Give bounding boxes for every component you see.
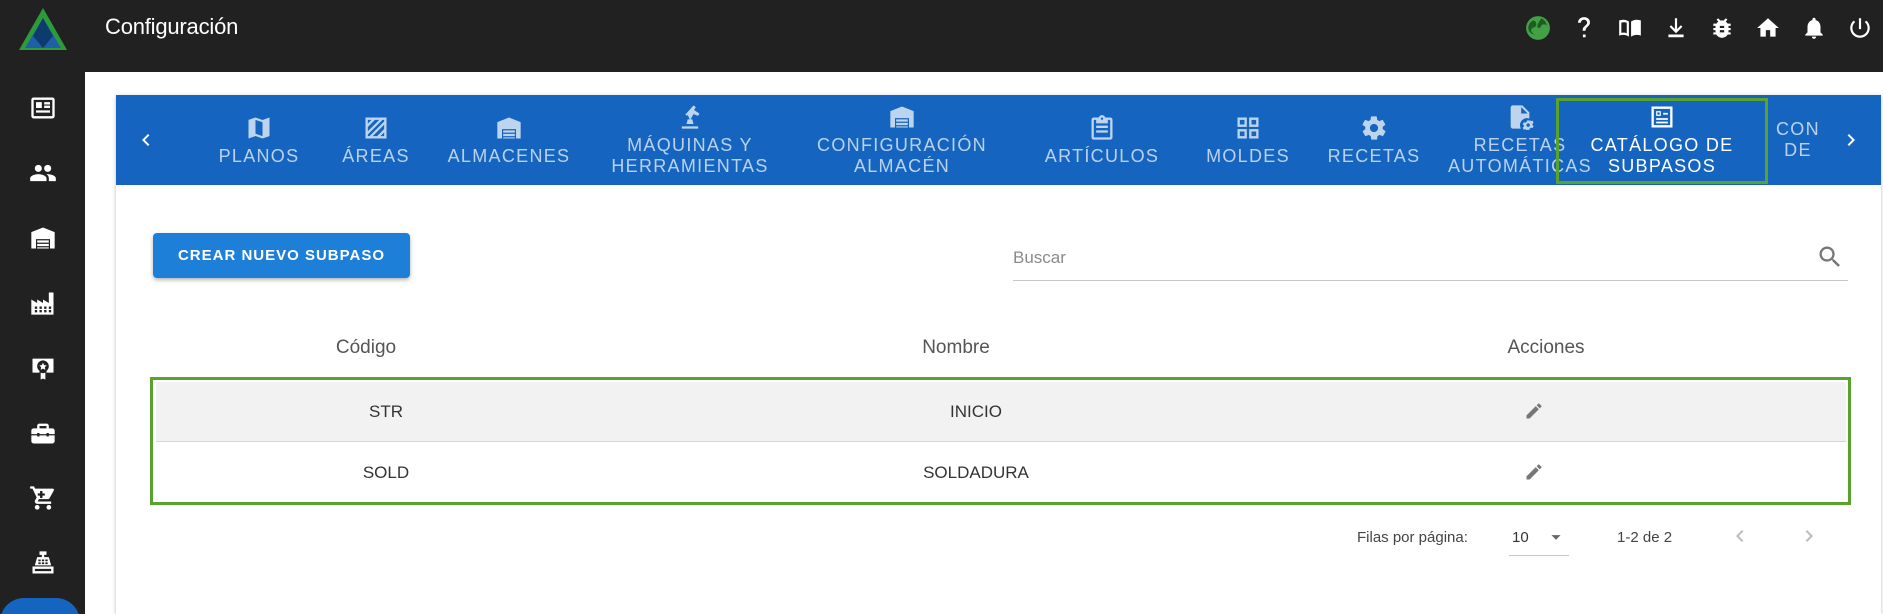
tab-recetas[interactable]: RECETAS [1306, 95, 1442, 185]
column-header-acciones: Acciones [1507, 337, 1585, 358]
sidebar-item-warehouse[interactable] [0, 210, 85, 266]
power-icon[interactable] [1837, 0, 1883, 56]
search-icon[interactable] [1816, 243, 1844, 271]
search-input[interactable] [1013, 243, 1803, 273]
bell-icon[interactable] [1791, 0, 1837, 56]
grid-icon [1237, 117, 1259, 138]
bug-icon[interactable] [1699, 0, 1745, 56]
tab-scroll-left-button[interactable] [116, 95, 176, 185]
rows-per-page-value: 10 [1512, 529, 1529, 546]
tab-configuracion-almacen[interactable]: CONFIGURACIÓN ALMACÉN [790, 95, 1014, 185]
warehouse-icon [497, 117, 521, 138]
book-icon[interactable] [1607, 0, 1653, 56]
tab-label: CONFIGURACIÓN ALMACÉN [817, 135, 987, 176]
sidebar-item-users[interactable] [0, 145, 85, 201]
active-tab-highlight [1556, 98, 1768, 184]
app-logo[interactable] [19, 8, 67, 50]
area-icon [365, 117, 387, 138]
home-icon[interactable] [1745, 0, 1791, 56]
tab-label: CON DE [1776, 119, 1820, 160]
top-app-bar: Configuración [0, 0, 1883, 72]
news-icon [30, 97, 55, 119]
tab-bar: PLANOS ÁREAS ALMACENES MÁQUINAS Y HERRAM… [116, 95, 1881, 185]
dropdown-arrow-icon [1551, 535, 1561, 540]
clipboard-icon [1091, 114, 1113, 140]
register-icon [32, 551, 53, 574]
warehouse-config-icon [890, 106, 914, 128]
file-cog-icon [1510, 105, 1534, 130]
sidebar-item-factory[interactable] [0, 275, 85, 331]
tab-label: ARTÍCULOS [1044, 145, 1160, 166]
tab-label: MOLDES [1206, 145, 1290, 166]
tab-planos[interactable]: PLANOS [194, 95, 324, 185]
robot-arm-icon [681, 105, 700, 129]
users-icon [29, 164, 56, 182]
sidebar-item-certificate[interactable] [0, 340, 85, 396]
factory-icon [30, 292, 53, 315]
chevron-left-icon [142, 134, 150, 146]
tab-scroll-right-button[interactable] [1821, 95, 1881, 185]
warehouse-icon [30, 227, 55, 249]
top-actions [1515, 0, 1883, 56]
next-page-button[interactable] [1791, 518, 1827, 554]
create-subpaso-button[interactable]: CREAR NUEVO SUBPASO [153, 233, 410, 278]
sidebar-item-cart[interactable] [0, 470, 85, 526]
tab-maquinas[interactable]: MÁQUINAS Y HERRAMIENTAS [590, 95, 790, 185]
chevron-right-icon [1847, 134, 1855, 146]
config-card: PLANOS ÁREAS ALMACENES MÁQUINAS Y HERRAM… [116, 95, 1881, 614]
globe-icon[interactable] [1515, 0, 1561, 56]
tab-moldes[interactable]: MOLDES [1190, 95, 1306, 185]
tab-articulos[interactable]: ARTÍCULOS [1014, 95, 1190, 185]
map-icon [248, 117, 270, 138]
tab-label: MÁQUINAS Y HERRAMIENTAS [611, 135, 769, 176]
search-field [1013, 235, 1848, 281]
cogs-icon [1362, 115, 1386, 140]
download-icon[interactable] [1653, 0, 1699, 56]
column-header-nombre[interactable]: Nombre [866, 337, 1046, 359]
sidebar-item-toolbox[interactable] [0, 405, 85, 461]
sidebar-item-register[interactable] [0, 535, 85, 591]
sidebar-item-news[interactable] [0, 80, 85, 136]
column-header-codigo[interactable]: Código [276, 337, 456, 359]
tab-almacenes[interactable]: ALMACENES [428, 95, 590, 185]
sidebar-active-indicator [0, 598, 80, 614]
rows-per-page-label: Filas por página: [1357, 529, 1468, 546]
help-icon[interactable] [1561, 0, 1607, 56]
tab-label: PLANOS [218, 145, 300, 166]
previous-page-button[interactable] [1722, 518, 1758, 554]
page-title: Configuración [105, 14, 239, 39]
pagination-range: 1-2 de 2 [1617, 529, 1673, 546]
tab-label: ALMACENES [447, 145, 571, 166]
certificate-icon [32, 358, 53, 380]
chevron-left-icon [1736, 530, 1744, 542]
rows-per-page-select[interactable]: 10 [1509, 518, 1569, 556]
tab-label: RECETAS [1327, 145, 1421, 166]
toolbox-icon [30, 423, 55, 444]
cart-icon [29, 486, 54, 510]
tab-label: ÁREAS [342, 145, 410, 166]
rows-highlight [150, 377, 1851, 505]
sidebar [0, 72, 85, 614]
tab-areas[interactable]: ÁREAS [324, 95, 428, 185]
chevron-right-icon [1805, 530, 1813, 542]
